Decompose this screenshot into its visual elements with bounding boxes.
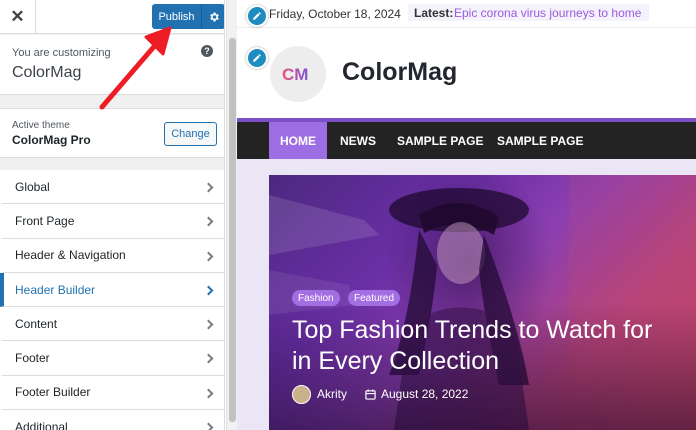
menu-item-header-builder[interactable]: Header Builder [0, 272, 224, 308]
chevron-right-icon [203, 182, 214, 193]
theme-name: ColorMag Pro [12, 133, 91, 147]
menu-item-additional[interactable]: Additional [0, 410, 224, 430]
customizing-site-name: ColorMag [12, 64, 82, 81]
chevron-right-icon [203, 285, 214, 296]
active-theme-label: Active theme [12, 120, 70, 131]
menu-item-header-navigation[interactable]: Header & Navigation [0, 238, 224, 273]
close-customizer-button[interactable]: ✕ [0, 0, 36, 34]
nav-item-home[interactable]: HOME [269, 122, 327, 159]
menu-item-label: Header Builder [15, 282, 96, 297]
publish-button[interactable]: Publish [152, 4, 201, 29]
menu-item-label: Header & Navigation [15, 248, 126, 263]
menu-item-label: Global [15, 179, 50, 194]
active-theme-section: Active theme ColorMag Pro Change [0, 108, 224, 158]
chevron-right-icon [203, 319, 214, 330]
chevron-right-icon [203, 251, 214, 262]
post-byline: Akrity August 28, 2022 [292, 384, 468, 404]
nav-item-sample-page[interactable]: SAMPLE PAGE [397, 122, 483, 159]
customizer-menu: Global Front Page Header & Navigation He… [0, 170, 224, 430]
header-date: Friday, October 18, 2024 [269, 7, 401, 21]
gear-icon [209, 12, 219, 21]
latest-ticker: Latest: Epic corona virus journeys to ho… [408, 4, 649, 21]
featured-post-hero[interactable]: Fashion Featured Top Fashion Trends to W… [269, 175, 696, 430]
change-theme-button[interactable]: Change [164, 122, 217, 146]
site-logo[interactable]: CM [270, 46, 326, 102]
nav-item-sample-page[interactable]: SAMPLE PAGE [497, 122, 583, 159]
primary-navigation: HOME NEWS SAMPLE PAGE SAMPLE PAGE [237, 122, 696, 159]
nav-item-news[interactable]: NEWS [340, 122, 376, 159]
edit-shortcut-pencil-icon[interactable] [246, 47, 268, 69]
site-title[interactable]: ColorMag [342, 58, 457, 87]
pencil-icon [253, 54, 261, 62]
customizing-info: You are customizing ColorMag ? [0, 35, 224, 95]
customizer-window: ✕ Publish You are customizing ColorMag ?… [0, 0, 696, 430]
latest-news-link[interactable]: Epic corona virus journeys to home [454, 6, 641, 20]
colormag-logo-icon: CM [282, 65, 308, 84]
scrollbar-thumb[interactable] [229, 38, 236, 422]
menu-item-label: Front Page [15, 213, 75, 228]
topbar-divider [237, 27, 696, 28]
category-tag-fashion[interactable]: Fashion [292, 290, 340, 306]
logo-letters: CM [282, 65, 308, 84]
category-tag-featured[interactable]: Featured [348, 290, 401, 306]
menu-item-label: Content [15, 316, 58, 331]
author-avatar [292, 384, 311, 404]
pencil-icon [253, 12, 261, 20]
menu-item-label: Footer Builder [15, 385, 91, 400]
menu-item-front-page[interactable]: Front Page [0, 204, 224, 239]
author-name[interactable]: Akrity [317, 387, 347, 401]
sidebar-scrollbar[interactable] [226, 0, 237, 430]
chevron-right-icon [203, 422, 214, 430]
latest-label: Latest: [414, 6, 454, 20]
close-icon: ✕ [10, 7, 25, 26]
menu-item-footer[interactable]: Footer [0, 341, 224, 376]
sidebar-header: ✕ Publish [0, 0, 224, 34]
site-preview: Friday, October 18, 2024 Latest: Epic co… [237, 0, 696, 430]
publish-settings-button[interactable] [201, 4, 224, 29]
chevron-right-icon [203, 354, 214, 364]
customizer-sidebar: ✕ Publish You are customizing ColorMag ?… [0, 0, 225, 430]
menu-item-global[interactable]: Global [0, 170, 224, 205]
customizing-label: You are customizing [12, 47, 111, 59]
menu-item-content[interactable]: Content [0, 307, 224, 342]
edit-shortcut-pencil-icon[interactable] [246, 5, 268, 27]
help-icon[interactable]: ? [201, 45, 213, 57]
hero-post-title[interactable]: Top Fashion Trends to Watch for in Every… [292, 315, 672, 377]
chevron-right-icon [203, 388, 214, 399]
menu-item-footer-builder[interactable]: Footer Builder [0, 375, 224, 411]
chevron-right-icon [203, 216, 214, 227]
calendar-icon [365, 388, 376, 400]
menu-item-label: Footer [15, 351, 50, 366]
post-date[interactable]: August 28, 2022 [381, 387, 468, 401]
menu-item-label: Additional [15, 419, 68, 430]
top-bar: Friday, October 18, 2024 Latest: Epic co… [237, 0, 696, 27]
